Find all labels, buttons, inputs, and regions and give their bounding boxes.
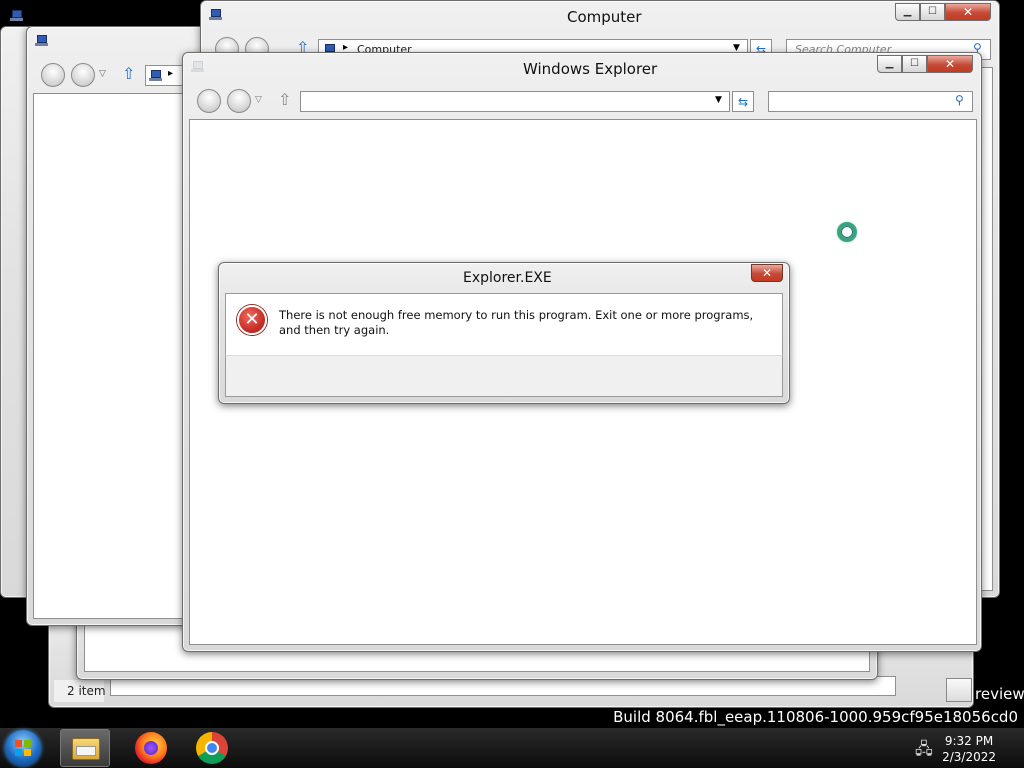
- computer-window-icon: [209, 9, 222, 20]
- computer-icon: [149, 70, 162, 81]
- watermark-preview-text: review: [975, 685, 1024, 703]
- explorer-window-title: Windows Explorer: [523, 60, 658, 78]
- maximize-button[interactable]: ☐: [902, 55, 927, 73]
- left-window-client: [33, 93, 201, 619]
- back-button[interactable]: [41, 63, 65, 87]
- address-dropdown-icon[interactable]: ▼: [715, 95, 722, 105]
- error-icon: ✕: [237, 305, 267, 335]
- explorer-search-box[interactable]: ⚲: [768, 91, 973, 112]
- close-button[interactable]: ✕: [945, 3, 991, 21]
- recent-pages-chevron-icon[interactable]: ▽: [255, 95, 262, 105]
- dialog-message-area: ✕ There is not enough free memory to run…: [225, 293, 783, 355]
- window-app-icon: [35, 35, 48, 46]
- taskbar-clock[interactable]: 9:32 PM 2/3/2022: [942, 733, 996, 765]
- ghost-scroll-box: [946, 678, 972, 702]
- busy-cursor-icon: [837, 222, 857, 242]
- explorer-forward-button[interactable]: [227, 89, 251, 113]
- error-dialog-title: Explorer.EXE: [463, 270, 552, 286]
- taskbar-explorer-button[interactable]: [60, 729, 110, 767]
- computer-caption-buttons: ▁ ☐ ✕: [895, 3, 991, 21]
- explorer-address-bar[interactable]: ▼: [300, 91, 730, 112]
- clock-time: 9:32 PM: [944, 734, 994, 748]
- forward-button[interactable]: [71, 63, 95, 87]
- explorer-up-arrow-icon[interactable]: ⇧: [278, 90, 291, 109]
- dialog-button-area: [225, 355, 783, 397]
- explorer-window-icon: [191, 61, 204, 72]
- close-button[interactable]: ✕: [927, 55, 973, 73]
- left-window: ▽ ⇧ ▸: [26, 26, 206, 626]
- explorer-caption-buttons: ▁ ☐ ✕: [877, 55, 973, 73]
- minimize-button[interactable]: ▁: [895, 3, 920, 21]
- windows-explorer-icon: [72, 738, 100, 760]
- explorer-back-button[interactable]: [197, 89, 221, 113]
- network-tray-icon[interactable]: 🖧: [915, 738, 933, 765]
- up-arrow-icon[interactable]: ⇧: [122, 64, 135, 83]
- minimize-button[interactable]: ▁: [877, 55, 902, 73]
- taskbar: 🖧: [0, 728, 1024, 768]
- dialog-close-button[interactable]: ✕: [751, 264, 783, 282]
- error-dialog: Explorer.EXE ✕ ✕ There is not enough fre…: [218, 262, 790, 404]
- breadcrumb-arrow-icon: ▸: [168, 68, 174, 79]
- explorer-refresh-button[interactable]: ⇆: [732, 91, 754, 112]
- clock-date: 2/3/2022: [942, 750, 996, 764]
- chrome-icon[interactable]: [196, 732, 228, 764]
- computer-window-title: Computer: [567, 8, 642, 26]
- back-left-app-icon: [10, 10, 23, 21]
- start-orb-icon[interactable]: [5, 730, 41, 766]
- maximize-button[interactable]: ☐: [920, 3, 945, 21]
- build-watermark: Build 8064.fbl_eeap.110806-1000.959cf95e…: [613, 708, 1018, 726]
- error-message-text: There is not enough free memory to run t…: [279, 308, 754, 337]
- firefox-icon[interactable]: [135, 732, 167, 764]
- recent-pages-chevron-icon[interactable]: ▽: [99, 69, 106, 79]
- search-icon[interactable]: ⚲: [955, 93, 964, 107]
- ghost-status-text: 2 item: [67, 684, 106, 698]
